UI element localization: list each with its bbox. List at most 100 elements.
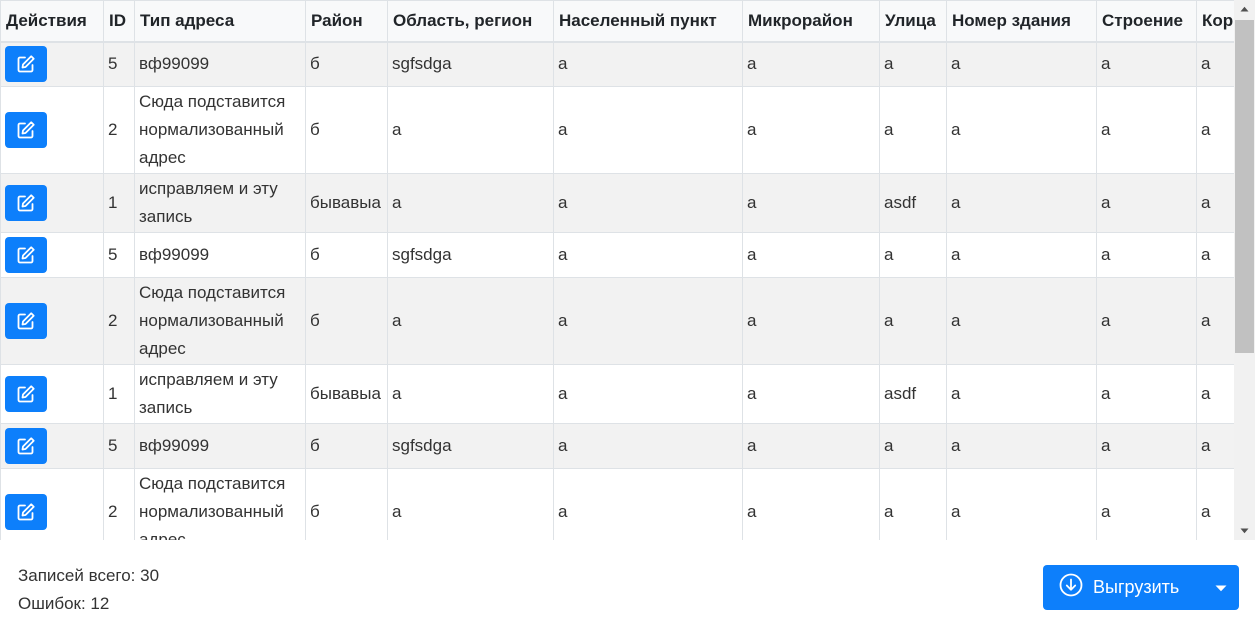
cell-address-type: вф99099: [134, 232, 306, 278]
errors-count-label: Ошибок: 12: [18, 594, 110, 613]
column-header-structure[interactable]: Строение: [1096, 0, 1197, 43]
cell-locality: a: [553, 41, 743, 87]
cell-id: 2: [103, 86, 135, 174]
edit-row-button[interactable]: [5, 303, 47, 339]
cell-locality: a: [553, 173, 743, 233]
cell-street: a: [879, 277, 947, 365]
cell-id: 5: [103, 232, 135, 278]
cell-microdistrict: a: [742, 41, 880, 87]
scroll-down-arrow-icon[interactable]: [1234, 522, 1255, 540]
edit-icon: [16, 193, 36, 213]
cell-street: asdf: [879, 364, 947, 424]
cell-microdistrict: a: [742, 423, 880, 469]
cell-building-number: a: [946, 173, 1097, 233]
cell-region: a: [387, 364, 554, 424]
table-row: 5 вф99099 б sgfsdga a a a a a a: [0, 232, 1251, 278]
records-table: Действия ID Тип адреса Район Область, ре…: [0, 0, 1251, 540]
cell-address-type: исправляем и эту запись: [134, 173, 306, 233]
cell-locality: a: [553, 468, 743, 540]
cell-locality: a: [553, 232, 743, 278]
edit-row-button[interactable]: [5, 46, 47, 83]
cell-address-type: Сюда подставится нормализованный адрес: [134, 277, 306, 365]
export-dropdown-toggle[interactable]: [1203, 565, 1239, 610]
cell-microdistrict: a: [742, 86, 880, 174]
cell-district: б: [305, 423, 388, 469]
cell-structure: a: [1096, 232, 1197, 278]
cell-structure: a: [1096, 41, 1197, 87]
cell-actions: [0, 41, 104, 87]
cell-id: 2: [103, 277, 135, 365]
cell-structure: a: [1096, 423, 1197, 469]
edit-icon: [16, 245, 36, 265]
column-header-building-number[interactable]: Номер здания: [946, 0, 1097, 43]
cell-locality: a: [553, 86, 743, 174]
cell-locality: a: [553, 423, 743, 469]
cell-structure: a: [1096, 468, 1197, 540]
column-header-district[interactable]: Район: [305, 0, 388, 43]
caret-down-icon: [1215, 579, 1227, 597]
column-header-address-type[interactable]: Тип адреса: [134, 0, 306, 43]
table-row: 1 исправляем и эту запись бывавыа a a a asdf a a…: [0, 364, 1251, 424]
edit-row-button[interactable]: [5, 185, 47, 221]
export-button[interactable]: Выгрузить: [1043, 565, 1203, 610]
cell-district: бывавыа: [305, 173, 388, 233]
cell-microdistrict: a: [742, 232, 880, 278]
total-records-label: Записей всего: 30: [18, 566, 160, 585]
edit-icon: [16, 54, 36, 74]
cell-building-number: a: [946, 232, 1097, 278]
cell-id: 1: [103, 364, 135, 424]
column-header-actions[interactable]: Действия: [0, 0, 104, 43]
cell-id: 1: [103, 173, 135, 233]
column-header-id[interactable]: ID: [103, 0, 135, 43]
cell-microdistrict: a: [742, 277, 880, 365]
cell-street: a: [879, 423, 947, 469]
cell-building-number: a: [946, 86, 1097, 174]
cell-region: sgfsdga: [387, 41, 554, 87]
cell-actions: [0, 232, 104, 278]
cell-address-type: Сюда подставится нормализованный адрес: [134, 468, 306, 540]
cell-structure: a: [1096, 173, 1197, 233]
edit-row-button[interactable]: [5, 237, 47, 273]
column-header-locality[interactable]: Населенный пункт: [553, 0, 743, 43]
cell-address-type: исправляем и эту запись: [134, 364, 306, 424]
cell-actions: [0, 173, 104, 233]
cell-region: sgfsdga: [387, 232, 554, 278]
cell-locality: a: [553, 364, 743, 424]
cell-structure: a: [1096, 277, 1197, 365]
scrollbar-thumb[interactable]: [1235, 20, 1254, 353]
edit-icon: [16, 311, 36, 331]
edit-row-button[interactable]: [5, 428, 47, 464]
edit-row-button[interactable]: [5, 376, 47, 412]
table-header-row: Действия ID Тип адреса Район Область, ре…: [0, 0, 1251, 43]
edit-icon: [16, 502, 36, 522]
edit-row-button[interactable]: [5, 494, 47, 530]
column-header-street[interactable]: Улица: [879, 0, 947, 43]
cell-region: a: [387, 173, 554, 233]
table-row: 5 вф99099 б sgfsdga a a a a a a: [0, 423, 1251, 469]
cell-actions: [0, 364, 104, 424]
cell-microdistrict: a: [742, 468, 880, 540]
column-header-microdistrict[interactable]: Микрорайон: [742, 0, 880, 43]
scroll-up-arrow-icon[interactable]: [1234, 0, 1255, 18]
cell-actions: [0, 86, 104, 174]
column-header-region[interactable]: Область, регион: [387, 0, 554, 43]
cell-address-type: вф99099: [134, 423, 306, 469]
cell-district: б: [305, 86, 388, 174]
vertical-scrollbar[interactable]: [1234, 0, 1255, 540]
edit-icon: [16, 120, 36, 140]
cell-microdistrict: a: [742, 364, 880, 424]
cell-street: a: [879, 41, 947, 87]
table-row: 2 Сюда подставится нормализованный адрес б…: [0, 468, 1251, 540]
cell-actions: [0, 277, 104, 365]
footer-stats: Записей всего: 30 Ошибок: 12: [18, 562, 159, 618]
cell-id: 5: [103, 423, 135, 469]
cell-structure: a: [1096, 86, 1197, 174]
cell-district: б: [305, 277, 388, 365]
cell-district: б: [305, 232, 388, 278]
export-split-button: Выгрузить: [1043, 565, 1239, 610]
edit-row-button[interactable]: [5, 112, 47, 148]
cell-id: 5: [103, 41, 135, 87]
table-row: 1 исправляем и эту запись бывавыа a a a asdf a a…: [0, 173, 1251, 233]
cell-locality: a: [553, 277, 743, 365]
table-row: 2 Сюда подставится нормализованный адрес б…: [0, 277, 1251, 365]
